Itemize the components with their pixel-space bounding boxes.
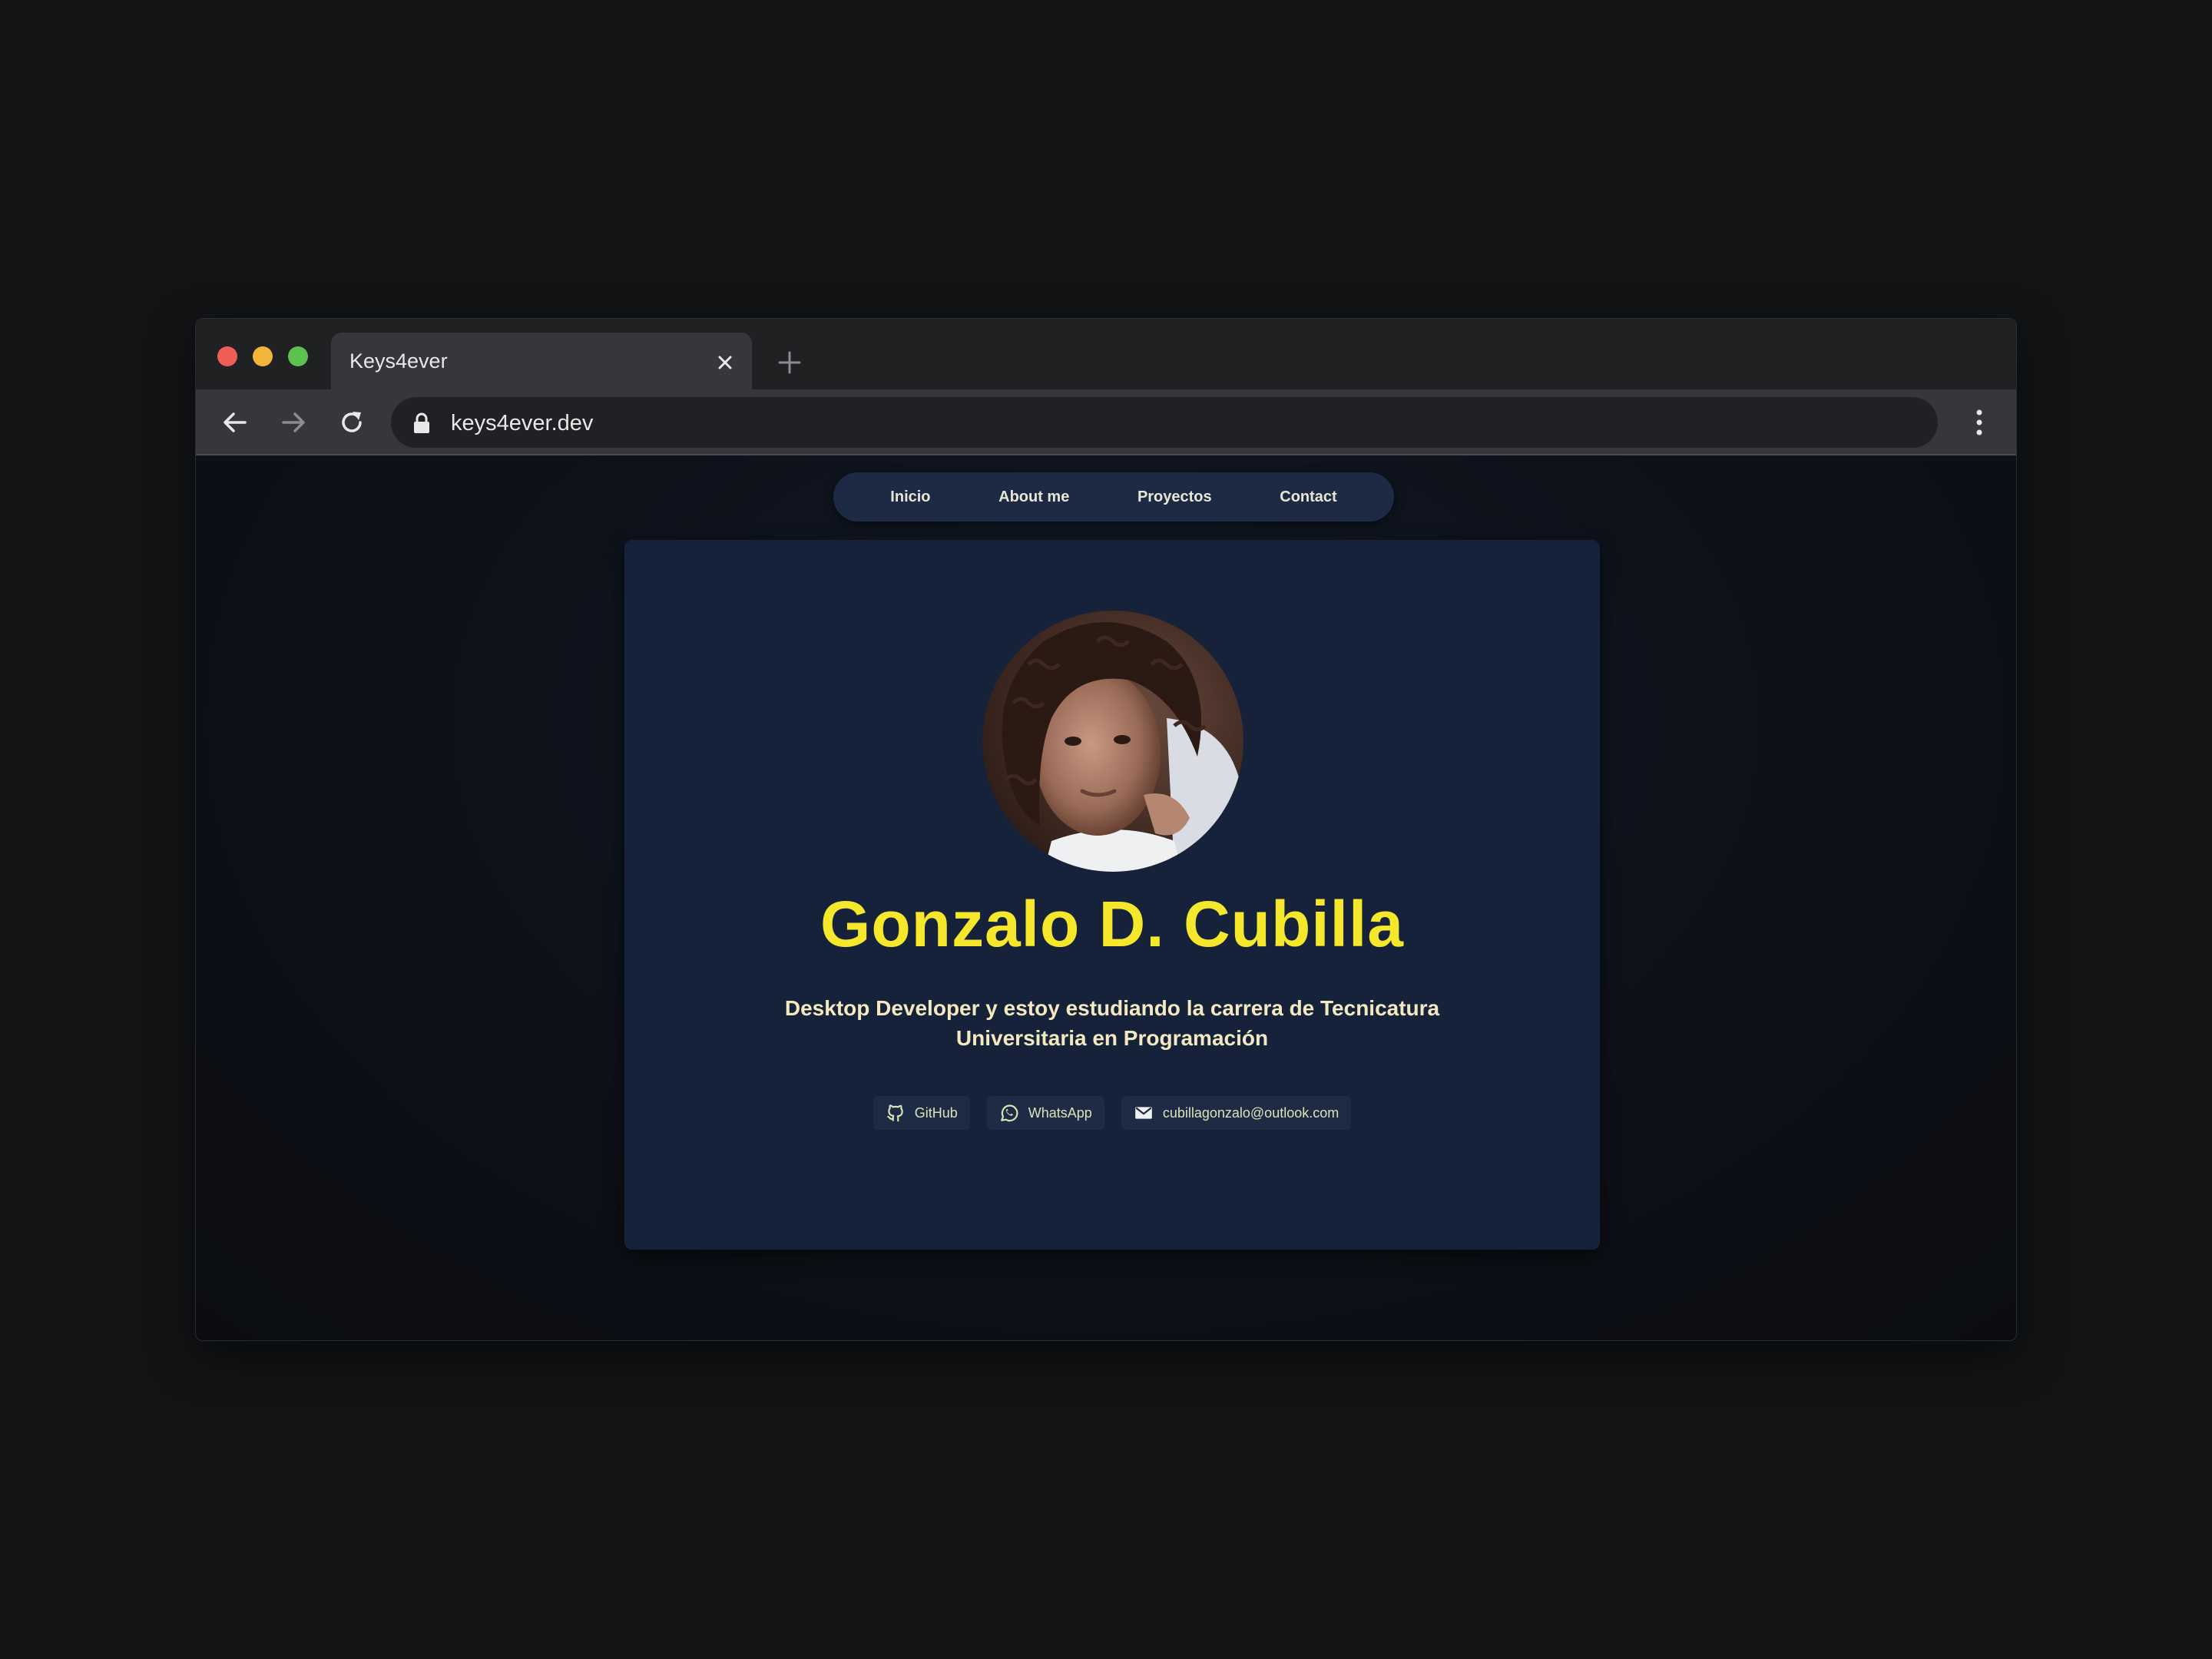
close-icon[interactable] [714,351,737,374]
url-text: keys4ever.dev [451,411,594,435]
site-navigation: Inicio About me Proyectos Contact [833,472,1394,522]
plus-icon[interactable] [777,349,803,376]
minimize-window-button[interactable] [253,346,273,366]
maximize-window-button[interactable] [288,346,308,366]
nav-link-inicio[interactable]: Inicio [890,488,930,506]
nav-link-proyectos[interactable]: Proyectos [1137,488,1212,506]
whatsapp-link[interactable]: WhatsApp [986,1096,1104,1130]
avatar [982,611,1243,872]
back-arrow-icon[interactable] [219,406,251,439]
whatsapp-icon [1000,1104,1018,1122]
close-window-button[interactable] [217,346,237,366]
profile-description: Desktop Developer y estoy estudiando la … [784,996,1440,1050]
github-icon [886,1104,903,1122]
tab-title: Keys4ever [349,349,448,373]
forward-arrow-icon[interactable] [277,406,310,439]
profile-photo [982,611,1243,872]
browser-tab[interactable]: Keys4ever [331,333,752,389]
nav-link-about-me[interactable]: About me [998,488,1069,506]
github-label: GitHub [914,1104,958,1121]
browser-toolbar: keys4ever.dev [196,389,2016,455]
github-link[interactable]: GitHub [873,1096,970,1130]
page-viewport: Inicio About me Proyectos Contact Gonzal… [196,457,2016,1340]
social-links: GitHub WhatsApp cubillagonzalo@outlook.c… [624,1096,1600,1130]
browser-window: Keys4ever keys4ever.dev Inicio About me … [195,318,2017,1341]
email-link[interactable]: cubillagonzalo@outlook.com [1121,1096,1352,1130]
address-bar[interactable]: keys4ever.dev [391,397,1938,448]
tab-bar: Keys4ever [196,319,2016,389]
profile-card: Gonzalo D. Cubilla Desktop Developer y e… [624,540,1600,1250]
more-options-icon[interactable] [1972,406,1987,439]
lock-icon [414,412,429,433]
nav-link-contact[interactable]: Contact [1280,488,1336,506]
mail-icon [1134,1107,1152,1119]
profile-name: Gonzalo D. Cubilla [820,888,1404,960]
whatsapp-label: WhatsApp [1028,1104,1092,1121]
email-label: cubillagonzalo@outlook.com [1162,1104,1339,1121]
reload-icon[interactable] [336,406,368,439]
